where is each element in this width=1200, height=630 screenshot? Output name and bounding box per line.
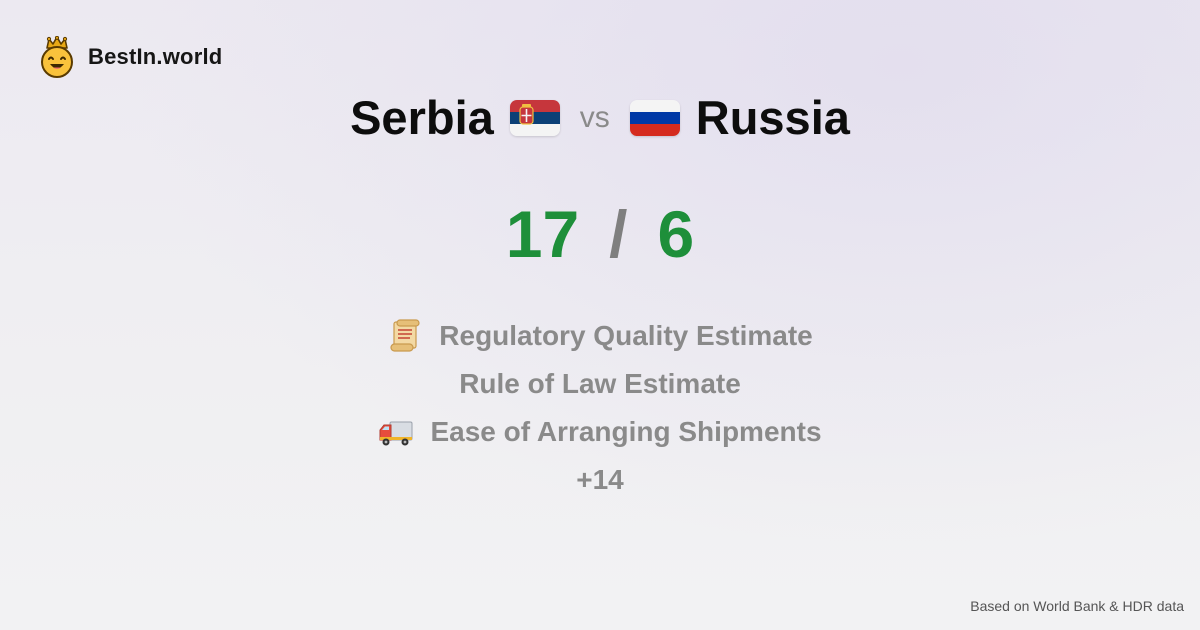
metric-item[interactable]: Rule of Law Estimate — [0, 360, 1200, 408]
metric-label: Ease of Arranging Shipments — [430, 416, 822, 447]
brand-logo[interactable]: BestIn.world — [38, 36, 222, 78]
metric-item[interactable]: Ease of Arranging Shipments — [0, 408, 1200, 456]
vs-label: vs — [579, 101, 610, 134]
metric-item[interactable]: Regulatory Quality Estimate — [0, 312, 1200, 360]
left-score: 17 — [505, 197, 580, 271]
metrics-list: Regulatory Quality Estimate Rule of Law … — [0, 312, 1200, 504]
brand-name: BestIn.world — [88, 44, 223, 69]
more-metrics-label: +14 — [576, 464, 624, 495]
comparison-title: Serbia vs Russia — [0, 86, 1200, 150]
metric-label: Regulatory Quality Estimate — [439, 320, 813, 351]
right-country-name[interactable]: Russia — [696, 86, 850, 150]
metric-label: Rule of Law Estimate — [459, 368, 741, 399]
delivery-truck-icon — [379, 421, 413, 446]
score-separator: / — [609, 197, 628, 271]
score-display: 17 / 6 — [0, 196, 1200, 272]
left-country-name[interactable]: Serbia — [350, 86, 494, 150]
russia-flag-icon — [629, 100, 680, 136]
scroll-icon — [390, 319, 420, 352]
more-metrics-count[interactable]: +14 — [0, 456, 1200, 504]
crown-smiley-icon — [41, 36, 73, 78]
data-source-note: Based on World Bank & HDR data — [970, 598, 1184, 614]
serbia-flag-icon — [509, 100, 560, 136]
right-score: 6 — [657, 197, 695, 271]
